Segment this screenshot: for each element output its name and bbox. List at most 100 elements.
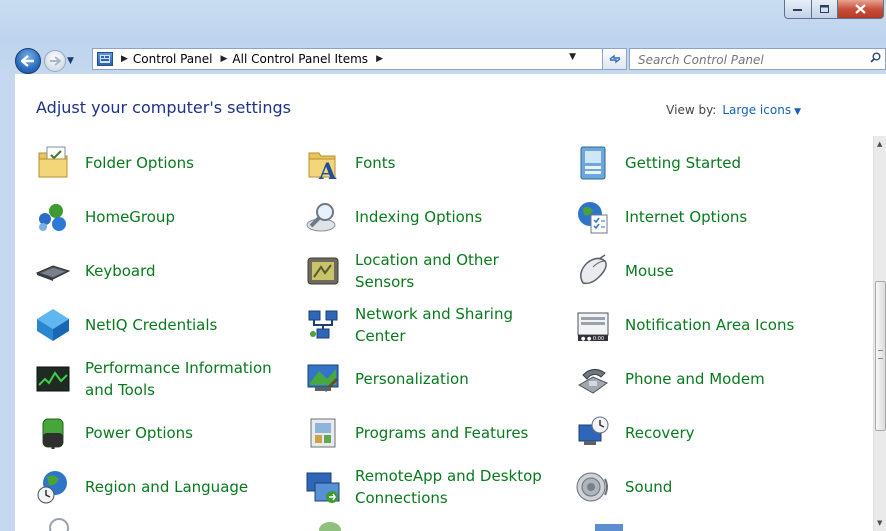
item-getting-started[interactable]: Getting Started: [555, 136, 855, 190]
refresh-icon: [609, 54, 620, 64]
scrollbar-grip: [878, 350, 883, 359]
item-personalization[interactable]: Personalization: [285, 352, 555, 406]
view-by-label: View by:: [666, 103, 717, 117]
recovery-icon: [575, 415, 611, 451]
control-panel-icon: [97, 52, 113, 66]
address-history-dropdown[interactable]: ▼: [569, 52, 576, 62]
item-label[interactable]: RemoteApp and Desktop Connections: [355, 465, 555, 509]
breadcrumb-separator[interactable]: ▶: [221, 54, 228, 64]
svg-text:● ● 0:00: ● ● 0:00: [581, 336, 604, 342]
item-label[interactable]: Location and Other Sensors: [355, 249, 555, 293]
item-label[interactable]: Phone and Modem: [625, 368, 825, 390]
item-remoteapp[interactable]: RemoteApp and Desktop Connections: [285, 460, 555, 514]
minimize-icon: [793, 9, 802, 11]
personalization-icon: [305, 361, 341, 397]
item-label[interactable]: Folder Options: [85, 152, 285, 174]
item-label[interactable]: Power Options: [85, 422, 285, 444]
item-label[interactable]: Fonts: [355, 152, 555, 174]
item-label[interactable]: NetIQ Credentials: [85, 314, 285, 336]
item-network-sharing[interactable]: Network and Sharing Center: [285, 298, 555, 352]
getting-started-icon: [575, 145, 611, 181]
sound-icon: [575, 469, 611, 505]
location-sensors-icon: [305, 253, 341, 289]
content-pane: Adjust your computer's settings View by:…: [15, 74, 886, 531]
breadcrumb-separator[interactable]: ▶: [376, 54, 383, 64]
folder-options-icon: [35, 145, 71, 181]
control-panel-window: ▼ ▶ Control Panel ▶ All Control Panel It…: [0, 0, 886, 531]
item-label[interactable]: Region and Language: [85, 476, 285, 498]
svg-text:A: A: [318, 159, 337, 181]
minimize-button[interactable]: [784, 0, 812, 19]
item-notification-area[interactable]: ● ● 0:00 Notification Area Icons: [555, 298, 855, 352]
item-label[interactable]: Keyboard: [85, 260, 285, 282]
programs-features-icon: [305, 415, 341, 451]
item-label[interactable]: Personalization: [355, 368, 555, 390]
item-fonts[interactable]: A Fonts: [285, 136, 555, 190]
item-label[interactable]: Recovery: [625, 422, 825, 444]
item-label[interactable]: Sound: [625, 476, 825, 498]
recent-pages-dropdown[interactable]: ▼: [67, 56, 74, 66]
maximize-button[interactable]: [812, 0, 838, 19]
item-mouse[interactable]: Mouse: [555, 244, 855, 298]
item-label[interactable]: Internet Options: [625, 206, 825, 228]
search-box[interactable]: [629, 48, 886, 70]
item-label[interactable]: Indexing Options: [355, 206, 555, 228]
indexing-options-icon: [305, 199, 341, 235]
item-sound[interactable]: Sound: [555, 460, 855, 514]
page-title: Adjust your computer's settings: [36, 98, 291, 117]
items-grid: Folder Options A Fonts Getting Started H: [15, 136, 871, 531]
close-button[interactable]: [838, 0, 884, 19]
item-label[interactable]: Network and Sharing Center: [355, 303, 555, 347]
notification-area-icon: ● ● 0:00: [575, 307, 611, 343]
search-input[interactable]: [636, 52, 850, 68]
internet-options-icon: [575, 199, 611, 235]
item-label[interactable]: HomeGroup: [85, 206, 285, 228]
item-location-sensors[interactable]: Location and Other Sensors: [285, 244, 555, 298]
navigation-bar: ▼ ▶ Control Panel ▶ All Control Panel It…: [0, 40, 886, 74]
forward-arrow-icon: [50, 56, 61, 66]
phone-modem-icon: [575, 361, 611, 397]
breadcrumb-control-panel[interactable]: Control Panel: [133, 52, 213, 66]
chevron-down-icon[interactable]: ▼: [794, 107, 801, 117]
item-label[interactable]: Getting Started: [625, 152, 825, 174]
item-region-language[interactable]: Region and Language: [15, 460, 285, 514]
partial-item-icon: [319, 522, 341, 531]
item-label[interactable]: Performance Information and Tools: [85, 357, 285, 401]
item-label[interactable]: Programs and Features: [355, 422, 555, 444]
view-by-dropdown[interactable]: Large icons: [722, 103, 791, 117]
item-recovery[interactable]: Recovery: [555, 406, 855, 460]
keyboard-icon: [35, 253, 71, 289]
back-arrow-icon: [21, 55, 34, 67]
item-label[interactable]: Mouse: [625, 260, 825, 282]
network-sharing-icon: [305, 307, 341, 343]
item-programs-features[interactable]: Programs and Features: [285, 406, 555, 460]
breadcrumb-all-items[interactable]: All Control Panel Items: [232, 52, 368, 66]
item-phone-modem[interactable]: Phone and Modem: [555, 352, 855, 406]
refresh-button[interactable]: [603, 48, 627, 70]
breadcrumb-separator[interactable]: ▶: [121, 54, 128, 64]
performance-icon: [35, 361, 71, 397]
address-bar[interactable]: ▶ Control Panel ▶ All Control Panel Item…: [92, 48, 603, 70]
view-by-control: View by: Large icons ▼: [666, 103, 801, 117]
item-netiq-credentials[interactable]: NetIQ Credentials: [15, 298, 285, 352]
item-internet-options[interactable]: Internet Options: [555, 190, 855, 244]
item-folder-options[interactable]: Folder Options: [15, 136, 285, 190]
item-label[interactable]: Notification Area Icons: [625, 314, 825, 336]
scroll-up-arrow-icon[interactable]: ▲: [877, 140, 882, 148]
item-performance[interactable]: Performance Information and Tools: [15, 352, 285, 406]
scroll-down-arrow-icon[interactable]: ▼: [877, 519, 882, 527]
item-power-options[interactable]: Power Options: [15, 406, 285, 460]
homegroup-icon: [35, 199, 71, 235]
partial-item-icon: [595, 524, 623, 531]
scrollbar-thumb[interactable]: [875, 281, 886, 431]
item-indexing-options[interactable]: Indexing Options: [285, 190, 555, 244]
item-keyboard[interactable]: Keyboard: [15, 244, 285, 298]
partial-item-icon: [49, 518, 69, 531]
fonts-icon: A: [305, 145, 341, 185]
forward-button[interactable]: [44, 50, 66, 72]
region-language-icon: [35, 469, 71, 505]
back-button[interactable]: [15, 48, 41, 74]
vertical-scrollbar[interactable]: ▲ ▼: [873, 136, 886, 531]
remoteapp-icon: [305, 469, 341, 505]
item-homegroup[interactable]: HomeGroup: [15, 190, 285, 244]
